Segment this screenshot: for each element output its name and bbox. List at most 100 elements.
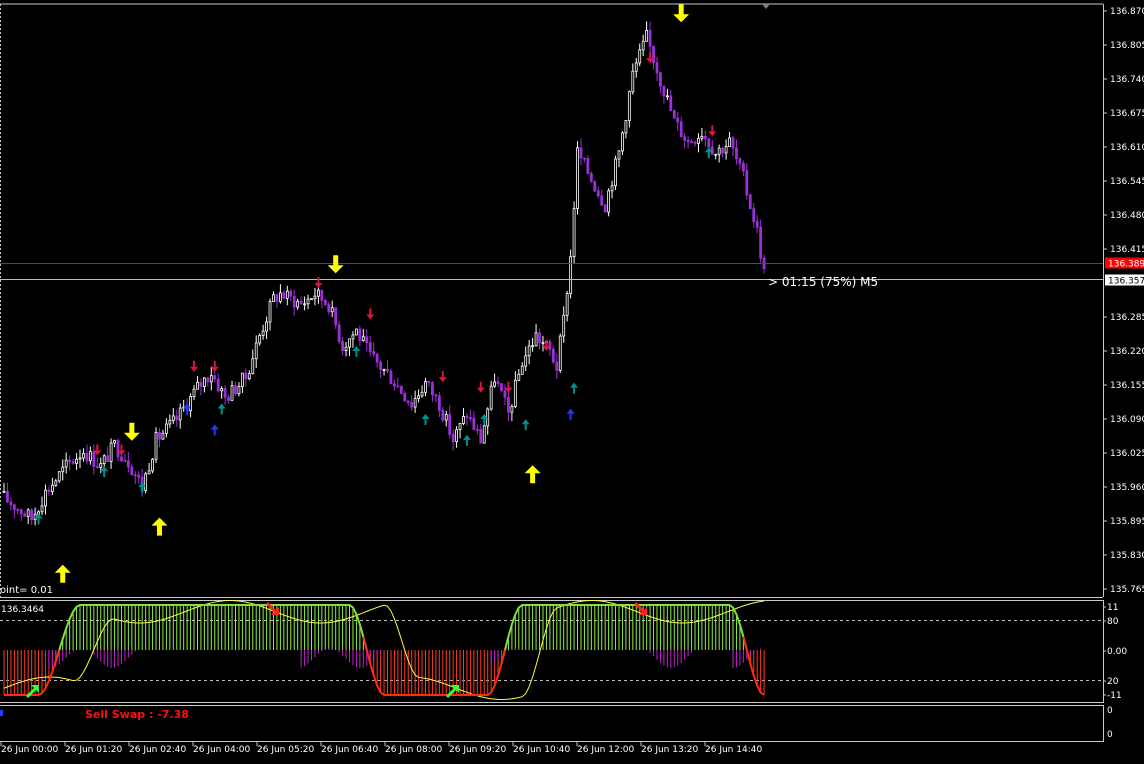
bear-candle (133, 474, 137, 477)
bear-candle (465, 416, 469, 419)
bull-candle (645, 30, 649, 42)
bull-candle (631, 70, 635, 93)
bull-candle (610, 185, 614, 192)
bear-candle (216, 378, 220, 392)
bear-candle (555, 361, 559, 371)
bear-candle (337, 324, 341, 342)
price-tick-label: 136.025 (1110, 449, 1144, 459)
indicator-axis-label: 11 (1107, 603, 1118, 613)
bull-candle (285, 290, 289, 299)
bear-candle (579, 147, 583, 159)
indicator-value: 136.3464 (1, 605, 44, 615)
bull-candle (209, 375, 213, 383)
bear-candle (389, 370, 393, 385)
bear-candle (437, 395, 441, 411)
bear-candle (655, 62, 659, 74)
bull-candle (558, 335, 562, 371)
bear-candle (593, 180, 597, 192)
bull-candle (572, 208, 576, 258)
bull-candle (50, 484, 54, 492)
bull-candle (237, 386, 241, 395)
bear-candle (600, 195, 604, 206)
bear-candle (586, 157, 590, 174)
bear-candle (652, 45, 655, 63)
bear-candle (372, 351, 376, 355)
time-tick-label: 26 Jun 01:20 (65, 745, 122, 755)
bear-candle (6, 490, 9, 503)
bull-candle (486, 408, 490, 427)
bull-candle (520, 365, 524, 375)
bull-candle (54, 480, 58, 486)
bear-candle (386, 369, 389, 372)
trading-chart[interactable]: 136.870 136.805 136.740 136.675 136.610 136.5… (0, 0, 1144, 764)
bull-candle (303, 303, 306, 306)
bear-candle (299, 300, 303, 305)
bear-candle (503, 390, 507, 398)
sub-axis-label: 0 (1107, 706, 1113, 716)
price-tick-label: 136.090 (1110, 415, 1144, 425)
price-tick-label: 136.155 (1110, 381, 1144, 391)
bull-candle (361, 336, 365, 341)
bull-candle (607, 190, 611, 213)
bull-candle (26, 509, 30, 517)
bear-candle (496, 381, 500, 385)
bear-candle (710, 146, 714, 155)
bull-candle (171, 415, 175, 421)
bear-candle (323, 299, 327, 305)
bull-candle (2, 490, 6, 493)
bear-candle (341, 341, 344, 351)
bear-candle (479, 429, 483, 444)
bull-candle (458, 423, 462, 431)
bull-candle (527, 345, 531, 357)
bear-candle (548, 341, 552, 350)
bear-candle (472, 417, 476, 430)
sub-axis-label: 0 (1107, 730, 1113, 740)
bull-candle (665, 95, 669, 98)
bull-candle (576, 147, 579, 209)
bear-candle (85, 452, 89, 462)
bear-candle (19, 509, 23, 515)
bull-candle (562, 314, 566, 337)
bull-candle (724, 146, 728, 154)
bull-candle (44, 489, 47, 507)
bear-candle (106, 455, 110, 462)
bear-candle (375, 353, 379, 363)
bull-candle (310, 298, 313, 301)
bear-candle (551, 348, 555, 363)
bear-candle (282, 292, 286, 299)
bull-candle (717, 147, 721, 155)
bull-candle (164, 423, 168, 434)
bear-candle (227, 396, 230, 401)
bull-candle (57, 471, 61, 482)
price-tick-label: 135.960 (1110, 483, 1144, 493)
bull-candle (634, 62, 638, 72)
bull-candle (254, 342, 258, 360)
bear-candle (130, 466, 134, 476)
bear-candle (596, 190, 600, 197)
bear-candle (175, 415, 179, 421)
bear-candle (741, 162, 745, 172)
bear-candle (403, 392, 407, 402)
bear-candle (327, 304, 331, 313)
bull-candle (306, 298, 310, 305)
bear-candle (683, 136, 687, 141)
bull-candle (240, 372, 244, 387)
bull-candle (624, 120, 628, 134)
bear-candle (500, 383, 503, 392)
bull-candle (510, 406, 514, 413)
bear-candle (68, 459, 72, 462)
bear-candle (427, 380, 431, 384)
bear-candle (748, 194, 752, 209)
bull-candle (102, 455, 106, 465)
bear-candle (676, 117, 680, 123)
time-tick-label: 26 Jun 12:00 (577, 745, 634, 755)
current-price-label: 136.357 (1108, 277, 1144, 287)
bull-candle (531, 345, 535, 348)
bear-candle (589, 173, 593, 182)
bull-candle (313, 295, 317, 300)
bull-candle (462, 416, 465, 424)
time-tick-label: 26 Jun 13:20 (641, 745, 698, 755)
bear-candle (206, 377, 210, 383)
bull-candle (272, 294, 275, 303)
indicator-axis-label: 80 (1107, 617, 1119, 627)
